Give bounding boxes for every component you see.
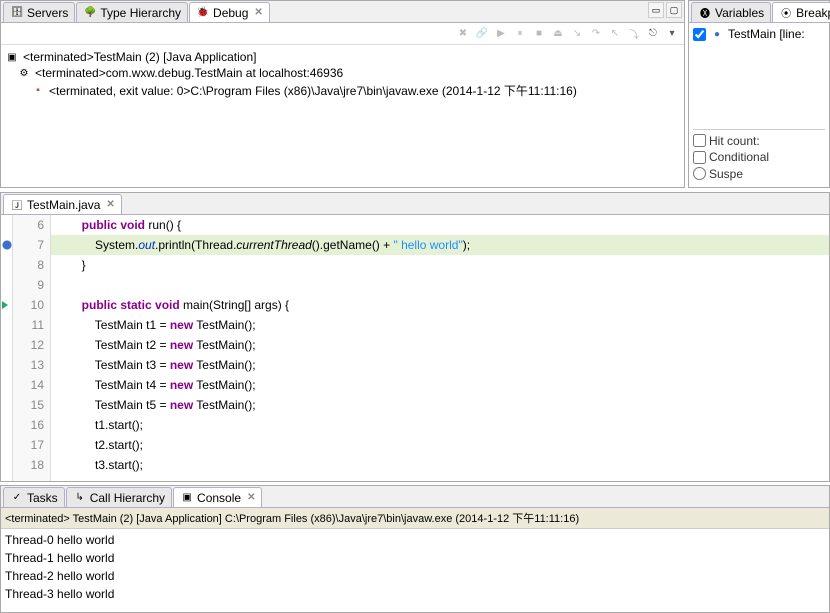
tasks-icon: ✓	[10, 491, 24, 505]
breakpoint-marker-icon[interactable]	[1, 235, 12, 255]
tab-tasks[interactable]: ✓ Tasks	[3, 487, 65, 507]
tree-root[interactable]: ▣ <terminated>TestMain (2) [Java Applica…	[5, 49, 680, 65]
tree-process[interactable]: ⚙ <terminated>com.wxw.debug.TestMain at …	[5, 65, 680, 81]
breakpoint-dot-icon: ●	[710, 27, 724, 41]
debug-tree: ▣ <terminated>TestMain (2) [Java Applica…	[1, 45, 684, 104]
disconnect-icon[interactable]: ⏏	[550, 26, 566, 42]
tab-label: Debug	[213, 6, 248, 20]
suspend-option[interactable]: Suspe	[693, 167, 743, 181]
tab-label: Type Hierarchy	[100, 6, 181, 20]
hierarchy-icon: 🌳	[83, 6, 97, 20]
tab-label: Servers	[27, 6, 68, 20]
step-filters-icon[interactable]: ⎋	[645, 26, 661, 42]
debug-tabbar: 🗄 Servers 🌳 Type Hierarchy 🐞 Debug ✕ ▭ ▢	[1, 1, 684, 23]
exe-icon: ▪	[31, 84, 45, 98]
breakpoints-icon: ⦿	[779, 6, 793, 20]
tab-variables[interactable]: 🅧 Variables	[691, 2, 771, 22]
tab-breakpoints[interactable]: ⦿ Breakp	[772, 2, 830, 22]
variables-icon: 🅧	[698, 6, 712, 20]
console-line: Thread-2 hello world	[5, 567, 825, 585]
tab-label: Console	[197, 491, 241, 505]
close-icon[interactable]: ✕	[106, 199, 114, 210]
tab-label: Variables	[715, 6, 764, 20]
tree-label: <terminated>TestMain (2) [Java Applicati…	[23, 50, 256, 64]
marker-column	[1, 215, 13, 481]
hit-count-option[interactable]: Hit count:	[693, 134, 760, 148]
tab-label: Breakp	[796, 6, 830, 20]
suspend-icon[interactable]: ⏸	[512, 26, 528, 42]
step-into-icon[interactable]: ↘	[569, 26, 585, 42]
relaunch-icon[interactable]: 🔗	[474, 26, 490, 42]
close-icon[interactable]: ✕	[254, 7, 262, 18]
console-title: <terminated> TestMain (2) [Java Applicat…	[1, 508, 829, 529]
hit-count-checkbox[interactable]	[693, 134, 706, 147]
maximize-button[interactable]: ▢	[666, 2, 682, 18]
tree-label: <terminated>com.wxw.debug.TestMain at lo…	[35, 66, 343, 80]
method-marker-icon	[1, 295, 12, 315]
tab-console[interactable]: ▣ Console ✕	[173, 487, 262, 507]
tab-servers[interactable]: 🗄 Servers	[3, 2, 75, 22]
console-line: Thread-0 hello world	[5, 531, 825, 549]
tab-label: Tasks	[27, 491, 58, 505]
conditional-checkbox[interactable]	[693, 151, 706, 164]
console-line: Thread-3 hello world	[5, 585, 825, 603]
tab-call-hierarchy[interactable]: ↳ Call Hierarchy	[66, 487, 172, 507]
close-icon[interactable]: ✕	[247, 492, 255, 503]
call-hierarchy-icon: ↳	[73, 491, 87, 505]
line-gutter: 67 89 1011 1213 1415 1617 18	[13, 215, 51, 481]
tab-label: TestMain.java	[27, 198, 100, 212]
breakpoint-item[interactable]: ● TestMain [line:	[693, 27, 825, 41]
conditional-option[interactable]: Conditional	[693, 150, 769, 164]
java-app-icon: ▣	[5, 50, 19, 64]
console-tabbar: ✓ Tasks ↳ Call Hierarchy ▣ Console ✕	[1, 486, 829, 508]
step-over-icon[interactable]: ↷	[588, 26, 604, 42]
vars-tabbar: 🅧 Variables ⦿ Breakp	[689, 1, 829, 23]
process-icon: ⚙	[17, 66, 31, 80]
terminate-icon[interactable]: ■	[531, 26, 547, 42]
java-file-icon: 🄹	[10, 198, 24, 212]
servers-icon: 🗄	[10, 6, 24, 20]
tab-type-hierarchy[interactable]: 🌳 Type Hierarchy	[76, 2, 188, 22]
breakpoint-list: ● TestMain [line:	[689, 23, 829, 45]
code-lines[interactable]: public void run() { System.out.println(T…	[51, 215, 829, 481]
remove-launch-icon[interactable]: ✖	[455, 26, 471, 42]
tree-exe[interactable]: ▪ <terminated, exit value: 0>C:\Program …	[5, 81, 680, 100]
bug-icon: 🐞	[196, 6, 210, 20]
breakpoint-options: Hit count: Conditional Suspe	[693, 129, 825, 184]
minimize-button[interactable]: ▭	[648, 2, 664, 18]
tab-label: Call Hierarchy	[90, 491, 165, 505]
console-icon: ▣	[180, 491, 194, 505]
editor-tabbar: 🄹 TestMain.java ✕	[1, 193, 829, 215]
tab-debug[interactable]: 🐞 Debug ✕	[189, 2, 270, 22]
step-return-icon[interactable]: ↖	[607, 26, 623, 42]
view-menu-icon[interactable]: ▾	[664, 26, 680, 42]
console-output[interactable]: Thread-0 hello world Thread-1 hello worl…	[1, 529, 829, 605]
tab-testmain-java[interactable]: 🄹 TestMain.java ✕	[3, 194, 122, 214]
console-line: Thread-1 hello world	[5, 549, 825, 567]
drop-frame-icon[interactable]: ⤵	[626, 26, 642, 42]
breakpoint-label: TestMain [line:	[728, 27, 805, 41]
tree-label: <terminated, exit value: 0>C:\Program Fi…	[49, 82, 577, 99]
debug-toolbar: ✖ 🔗 ▶ ⏸ ■ ⏏ ↘ ↷ ↖ ⤵ ⎋ ▾	[1, 23, 684, 45]
suspend-radio[interactable]	[693, 167, 706, 180]
resume-icon[interactable]: ▶	[493, 26, 509, 42]
code-editor[interactable]: 67 89 1011 1213 1415 1617 18 public void…	[1, 215, 829, 481]
breakpoint-checkbox[interactable]	[693, 28, 706, 41]
